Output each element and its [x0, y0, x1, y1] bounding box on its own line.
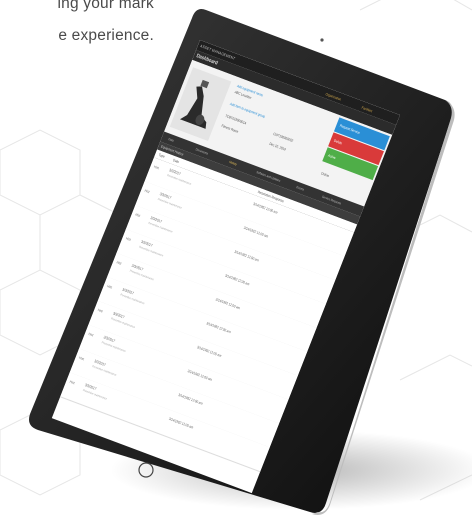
row-type: Hist — [143, 188, 151, 195]
equipment-model: CW7100000002 — [272, 131, 294, 144]
equipment-facility: Fitness Room — [220, 123, 239, 134]
row-type: Hist — [115, 260, 123, 266]
row-type: Hist — [125, 236, 132, 242]
row-response: 3/14/1982 12:00 am — [233, 249, 260, 263]
headline-line-2: e experience. — [58, 27, 154, 44]
row-response: 3/14/1982 12:00 am — [168, 416, 194, 430]
row-response: 3/14/1982 12:00 am — [252, 201, 279, 215]
row-response: 3/14/1982 12:00 am — [215, 297, 241, 311]
equipment-serial: TCBT01800001A — [224, 113, 248, 126]
row-type: Hist — [78, 355, 85, 362]
camera-icon — [320, 38, 324, 42]
column-type: Type — [157, 152, 166, 159]
row-type: Hist — [106, 283, 113, 290]
row-response: 3/14/1982 12:00 am — [186, 368, 213, 382]
row-type: Hist — [87, 331, 94, 338]
row-type: Hist — [97, 307, 104, 314]
row-response: 3/14/1982 12:00 am — [224, 273, 251, 287]
column-date: Date — [172, 158, 180, 165]
row-response: 3/14/1982 12:00 am — [205, 321, 232, 335]
tab-history[interactable]: History — [229, 160, 238, 167]
row-response: 3/14/1982 12:00 am — [243, 225, 269, 239]
tab-data[interactable]: Data — [168, 137, 175, 143]
row-response: 3/14/1982 12:00 am — [177, 392, 204, 406]
row-type: Hist — [153, 164, 160, 171]
row-type: Hist — [134, 212, 141, 219]
row-type: Hist — [69, 379, 76, 386]
equipment-date: Dec 10, 2019 — [268, 141, 287, 152]
row-response: 3/14/1982 12:00 am — [196, 345, 223, 359]
headline-line-1: ing your mark — [57, 0, 154, 12]
tab-events[interactable]: Events — [296, 185, 305, 192]
